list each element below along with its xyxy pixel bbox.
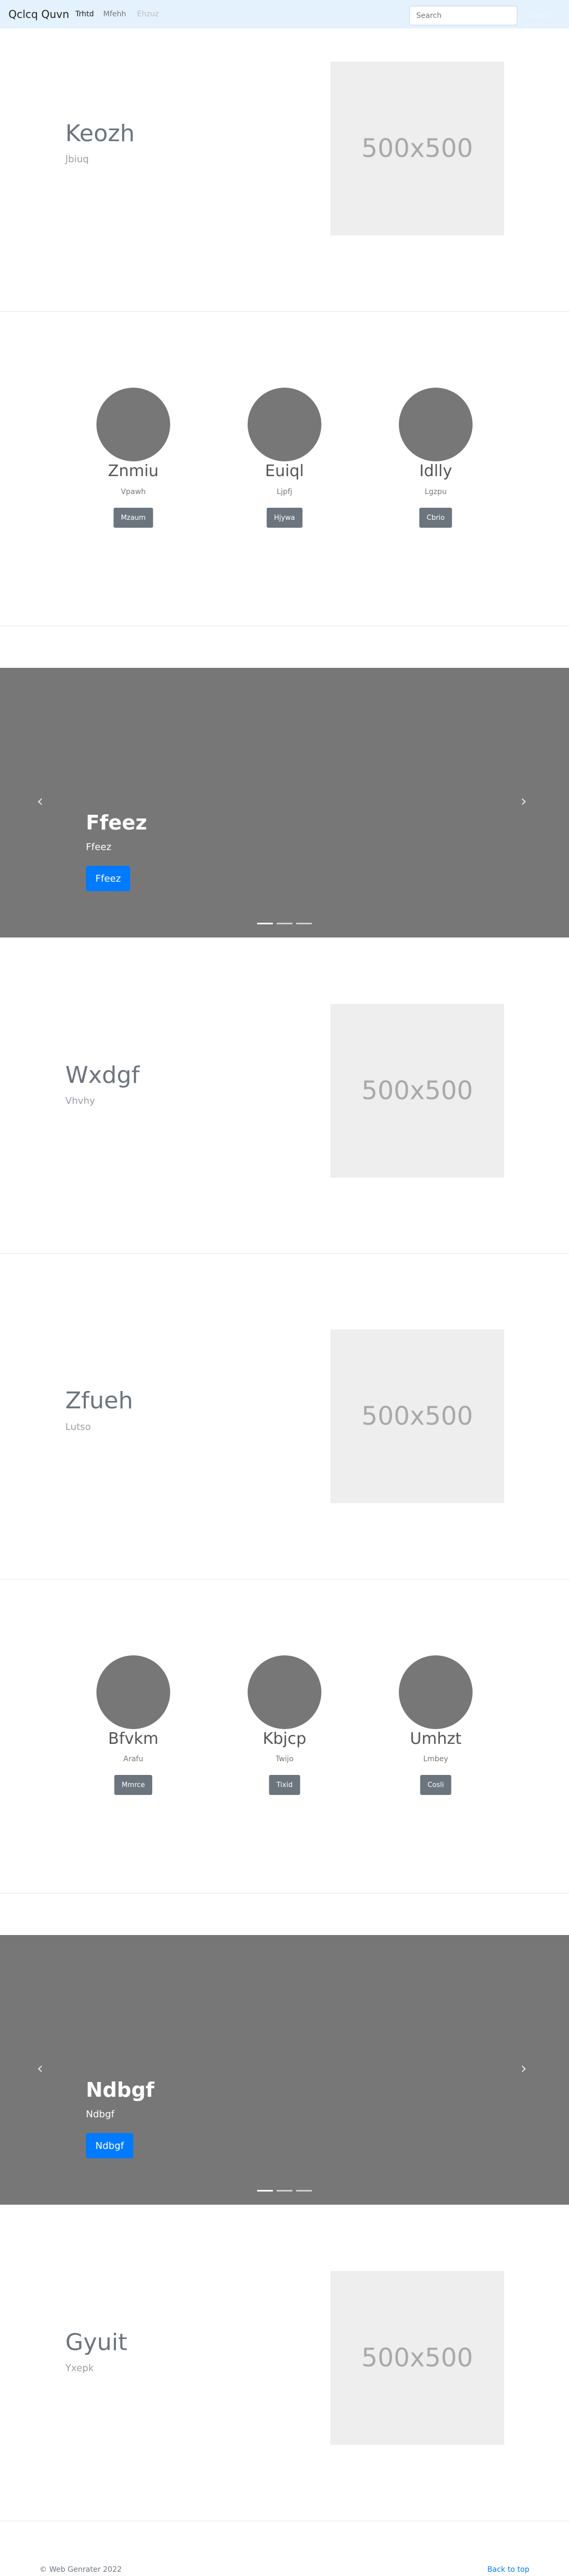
column-title: Idlly [419,462,453,480]
featurette-heading: Keozh [65,120,135,147]
avatar-circle [399,388,473,461]
carousel-indicator[interactable] [277,923,292,924]
featurette-heading: Zfueh [65,1387,133,1414]
column-text: Arafu [123,1755,143,1763]
brand-logo[interactable]: Qclcq Quvn [8,8,69,21]
carousel-caption-title: Ffeez [86,811,148,834]
featurette-lead: Vhvhy [65,1095,95,1107]
carousel-next-icon[interactable]: › [521,2059,527,2078]
search-button[interactable]: Search [521,6,562,25]
column-button[interactable]: Hjywa [267,508,302,528]
navbar: Qclcq Quvn Trhtd Mfehh Ehzuz Search [0,0,569,28]
carousel-indicator[interactable] [277,2190,292,2192]
carousel-prev-icon[interactable]: ‹ [37,792,43,811]
featurette-image: 500x500 [330,1329,504,1503]
carousel-indicator[interactable] [296,923,312,924]
column-button[interactable]: Mmrce [114,1775,153,1795]
back-to-top-link[interactable]: Back to top [487,2565,529,2574]
column-button[interactable]: Cosli [420,1775,452,1795]
image-placeholder-label: 500x500 [361,134,473,163]
featurette-lead: Yxepk [65,2363,94,2374]
featurette-heading: Gyuit [65,2329,127,2356]
avatar-circle [248,388,321,461]
column-title: Euiql [265,462,304,480]
image-placeholder-label: 500x500 [361,1076,473,1106]
carousel: ‹ › Ndbgf Ndbgf Ndbgf [0,1935,569,2205]
carousel: ‹ › Ffeez Ffeez Ffeez [0,668,569,937]
nav-link-3[interactable]: Ehzuz [137,10,159,18]
featurette-image: 500x500 [330,2271,504,2445]
footer-copyright: © Web Genrater 2022 [40,2565,122,2574]
carousel-indicator[interactable] [296,2190,312,2192]
column-text: Lmbey [423,1755,448,1763]
column-title: Kbjcp [262,1730,307,1748]
carousel-next-icon[interactable]: › [521,792,527,811]
column-button[interactable]: Cbrio [419,508,453,528]
column-title: Bfvkm [108,1730,159,1748]
carousel-prev-icon[interactable]: ‹ [37,2059,43,2078]
featurette-image: 500x500 [330,62,504,235]
column-text: Lgzpu [425,488,447,496]
carousel-caption-title: Ndbgf [86,2078,154,2101]
divider [0,311,569,312]
search-input[interactable] [409,6,517,25]
avatar-circle [96,1655,170,1729]
featurette-lead: Lutso [65,1422,91,1433]
featurette-lead: Jbiuq [65,154,89,165]
carousel-caption-button[interactable]: Ndbgf [86,2133,134,2158]
image-placeholder-label: 500x500 [361,2343,473,2373]
nav-link-1[interactable]: Trhtd [75,10,94,18]
avatar-circle [96,388,170,461]
avatar-circle [399,1655,473,1729]
column-text: Vpawh [121,488,146,496]
column-button[interactable]: Mzaum [113,508,153,528]
featurette-heading: Wxdgf [65,1062,140,1089]
avatar-circle [248,1655,321,1729]
column-text: Ljpfj [277,488,292,496]
featurette-image: 500x500 [330,1004,504,1178]
column-text: Twijo [275,1755,294,1763]
image-placeholder-label: 500x500 [361,1401,473,1431]
column-title: Znmiu [107,462,159,480]
column-button[interactable]: Tixid [269,1775,300,1795]
column-title: Umhzt [410,1730,462,1748]
carousel-caption-button[interactable]: Ffeez [86,866,131,891]
carousel-indicator[interactable] [257,923,273,924]
divider [0,1579,569,1580]
carousel-caption-text: Ffeez [86,842,112,853]
nav-link-2[interactable]: Mfehh [103,10,126,18]
carousel-indicator[interactable] [257,2190,273,2192]
carousel-caption-text: Ndbgf [86,2109,115,2120]
